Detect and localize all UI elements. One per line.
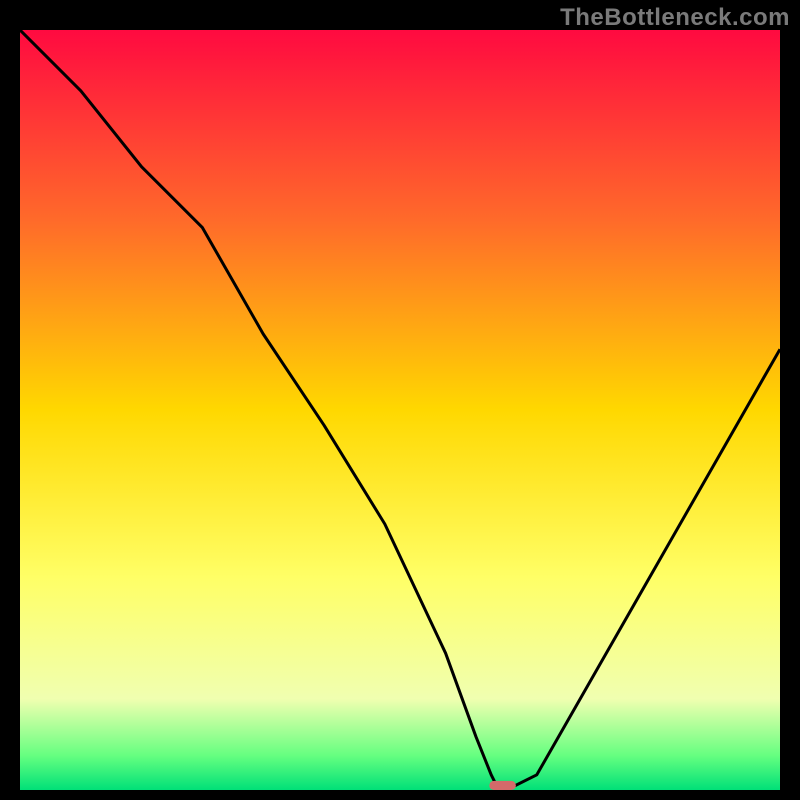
chart-svg <box>20 30 780 790</box>
chart-area <box>20 30 780 790</box>
chart-frame: TheBottleneck.com <box>0 0 800 800</box>
watermark-text: TheBottleneck.com <box>560 4 790 32</box>
optimal-marker <box>489 781 516 790</box>
gradient-background <box>20 30 780 790</box>
